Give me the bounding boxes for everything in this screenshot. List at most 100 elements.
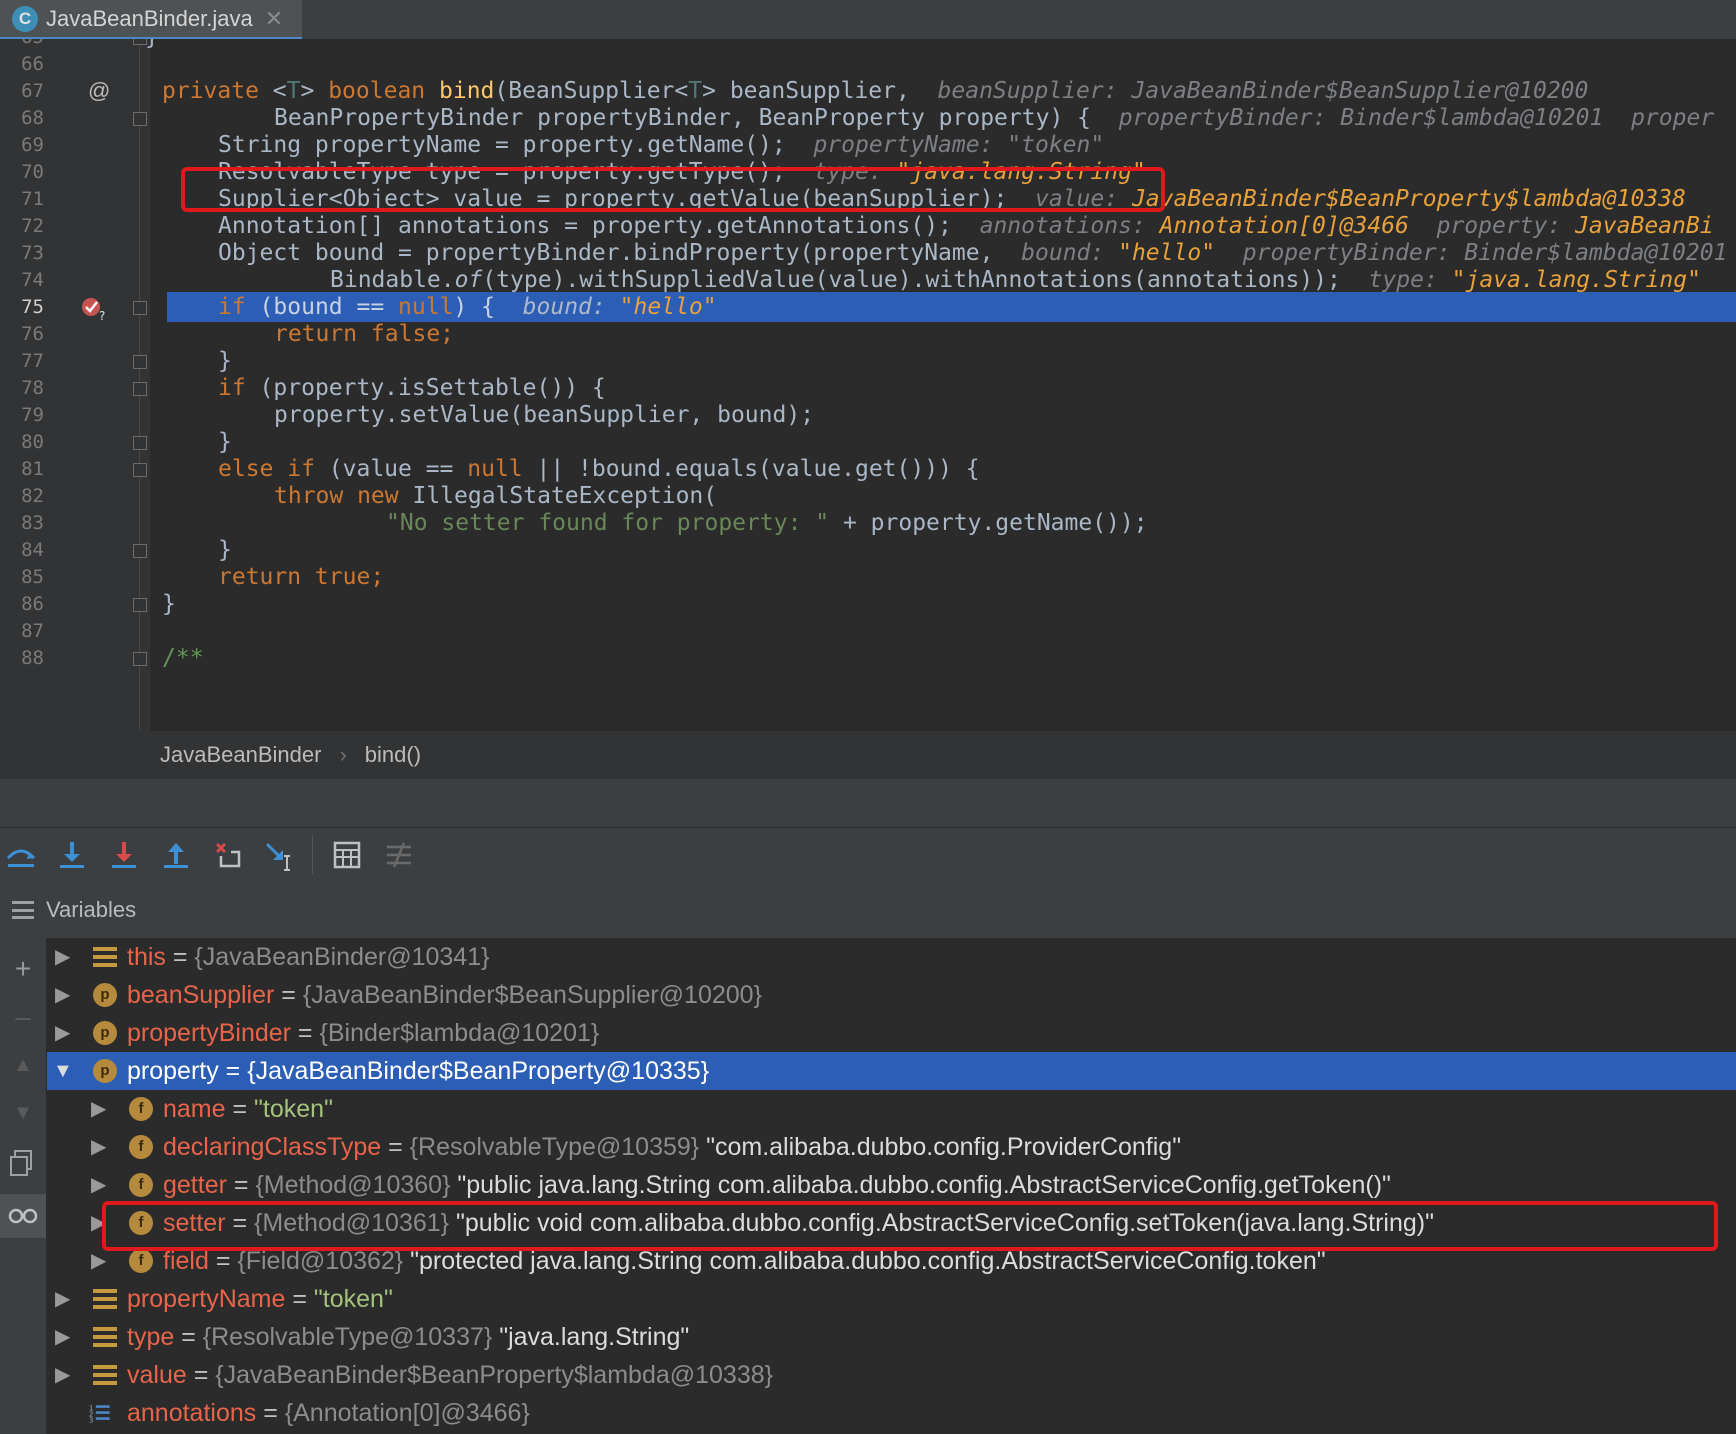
code-line: 86 } [0,589,1736,619]
line-number: 71 [21,188,44,210]
trace-icon[interactable] [382,838,416,872]
fold-icon[interactable] [133,301,147,315]
variable-row-name[interactable]: ▶ f name = "token" [47,1090,1736,1128]
variables-tree[interactable]: ▶ this = {JavaBeanBinder@10341} ▶ p bean… [47,938,1736,1434]
code-text: } [218,348,232,374]
show-watches-toggle[interactable] [0,1194,46,1238]
array-icon: 123 [89,1404,110,1424]
collapse-arrow-icon[interactable]: ▼ [53,1052,73,1090]
line-number: 73 [21,242,44,264]
code-text: Bindable.of(type).withSuppliedValue(valu… [330,267,1701,293]
close-icon[interactable]: ✕ [265,6,283,32]
c-class-icon: C [12,5,38,32]
line-number: 82 [21,485,44,507]
breadcrumb-class[interactable]: JavaBeanBinder [160,742,321,768]
expand-arrow-icon[interactable]: ▶ [91,1090,111,1128]
code-line: 69 String propertyName = property.getNam… [0,130,1736,160]
variables-title: Variables [46,897,137,922]
code-line: 87 [0,616,1736,646]
field-list-icon [93,1327,117,1347]
variable-row-value[interactable]: ▶ value = {JavaBeanBinder$BeanProperty$l… [47,1356,1736,1394]
step-into-icon[interactable] [107,838,141,872]
expand-arrow-icon[interactable]: ▶ [91,1128,111,1166]
breakpoint-icon[interactable]: ? [80,295,108,321]
move-down-icon[interactable]: ▼ [8,1098,38,1128]
add-watch-icon[interactable]: + [8,954,38,984]
expand-arrow-icon[interactable]: ▶ [55,1356,75,1394]
fold-icon[interactable] [133,355,147,369]
remove-watch-icon[interactable]: – [8,1002,38,1032]
code-line: 73 Object bound = propertyBinder.bindPro… [0,238,1736,268]
variable-row-declaringClassType[interactable]: ▶ f declaringClassType = {ResolvableType… [47,1128,1736,1166]
code-text: if (property.isSettable()) { [218,375,606,401]
code-text: String propertyName = property.getName()… [218,132,1105,158]
parameter-icon: p [93,983,117,1007]
code-text: BeanPropertyBinder propertyBinder, BeanP… [274,105,1715,131]
step-out-icon[interactable] [159,838,193,872]
code-text: "No setter found for property: " + prope… [386,510,1148,536]
tab-javabeanbinder[interactable]: C JavaBeanBinder.java ✕ [0,0,302,40]
expand-arrow-icon[interactable]: ▶ [91,1166,111,1204]
fold-icon[interactable] [133,463,147,477]
code-editor[interactable]: 65 } 66 67 @ private <T> boolean bind(Be… [0,39,1736,731]
code-text: Object bound = propertyBinder.bindProper… [218,240,1728,266]
variables-side-toolbar: + – ▲ ▼ [0,938,47,1434]
fold-icon[interactable] [133,112,147,126]
code-text: else if (value == null || !bound.equals(… [218,456,980,482]
field-icon: f [129,1173,153,1197]
fold-icon[interactable] [133,544,147,558]
fold-icon[interactable] [133,652,147,666]
run-to-cursor-icon[interactable] [263,838,297,872]
expand-arrow-icon[interactable]: ▶ [55,1280,75,1318]
code-text: property.setValue(beanSupplier, bound); [274,402,815,428]
code-text: } [218,429,232,455]
fold-icon[interactable] [133,382,147,396]
line-number: 83 [21,512,44,534]
variable-row-propertyName[interactable]: ▶ propertyName = "token" [47,1280,1736,1318]
code-line: 66 [0,49,1736,79]
drop-frame-icon[interactable] [211,838,245,872]
expand-arrow-icon[interactable]: ▶ [55,976,75,1014]
code-line: 68 BeanPropertyBinder propertyBinder, Be… [0,103,1736,133]
move-up-icon[interactable]: ▲ [8,1050,38,1080]
line-number: 86 [21,593,44,615]
step-over-icon[interactable] [55,838,89,872]
code-text: if (bound == null) { bound: "hello" [218,294,717,320]
breadcrumb-method[interactable]: bind() [365,742,421,768]
fold-icon[interactable] [133,436,147,450]
annotation-box-type [181,167,1165,212]
line-number: 66 [21,53,44,75]
variable-row-getter[interactable]: ▶ f getter = {Method@10360} "public java… [47,1166,1736,1204]
line-number: 85 [21,566,44,588]
tab-title: JavaBeanBinder.java [46,5,253,31]
evaluate-expression-icon[interactable] [330,838,364,872]
variables-panel-icon [12,901,34,919]
code-line: 74 Bindable.of(type).withSuppliedValue(v… [0,265,1736,295]
code-line: 83 "No setter found for property: " + pr… [0,508,1736,538]
variable-row-propertyBinder[interactable]: ▶ p propertyBinder = {Binder$lambda@1020… [47,1014,1736,1052]
copy-icon[interactable] [8,1148,38,1178]
code-line: 85 return true; [0,562,1736,592]
breadcrumb: JavaBeanBinder › bind() [0,731,1736,779]
svg-text:3: 3 [89,1416,93,1424]
variable-row-this[interactable]: ▶ this = {JavaBeanBinder@10341} [47,938,1736,976]
variable-row-property[interactable]: ▼ p property = {JavaBeanBinder$BeanPrope… [47,1052,1736,1090]
variable-row-beanSupplier[interactable]: ▶ p beanSupplier = {JavaBeanBinder$BeanS… [47,976,1736,1014]
line-number: 68 [21,107,44,129]
field-icon: f [129,1135,153,1159]
expand-arrow-icon[interactable]: ▶ [55,938,75,976]
variable-row-type[interactable]: ▶ type = {ResolvableType@10337} "java.la… [47,1318,1736,1356]
fold-icon[interactable] [133,598,147,612]
line-number: 67 [21,80,44,102]
line-number: 81 [21,458,44,480]
expand-arrow-icon[interactable]: ▶ [55,1318,75,1356]
line-number: 70 [21,161,44,183]
variable-row-annotations[interactable]: 123 annotations = {Annotation[0]@3466} [47,1394,1736,1432]
field-icon: f [129,1097,153,1121]
override-at-icon[interactable]: @ [88,76,110,106]
debug-toolbar [0,827,1736,883]
code-line: 78 if (property.isSettable()) { [0,373,1736,403]
line-number: 77 [21,350,44,372]
expand-arrow-icon[interactable]: ▶ [55,1014,75,1052]
show-execution-point-icon[interactable] [4,838,38,872]
